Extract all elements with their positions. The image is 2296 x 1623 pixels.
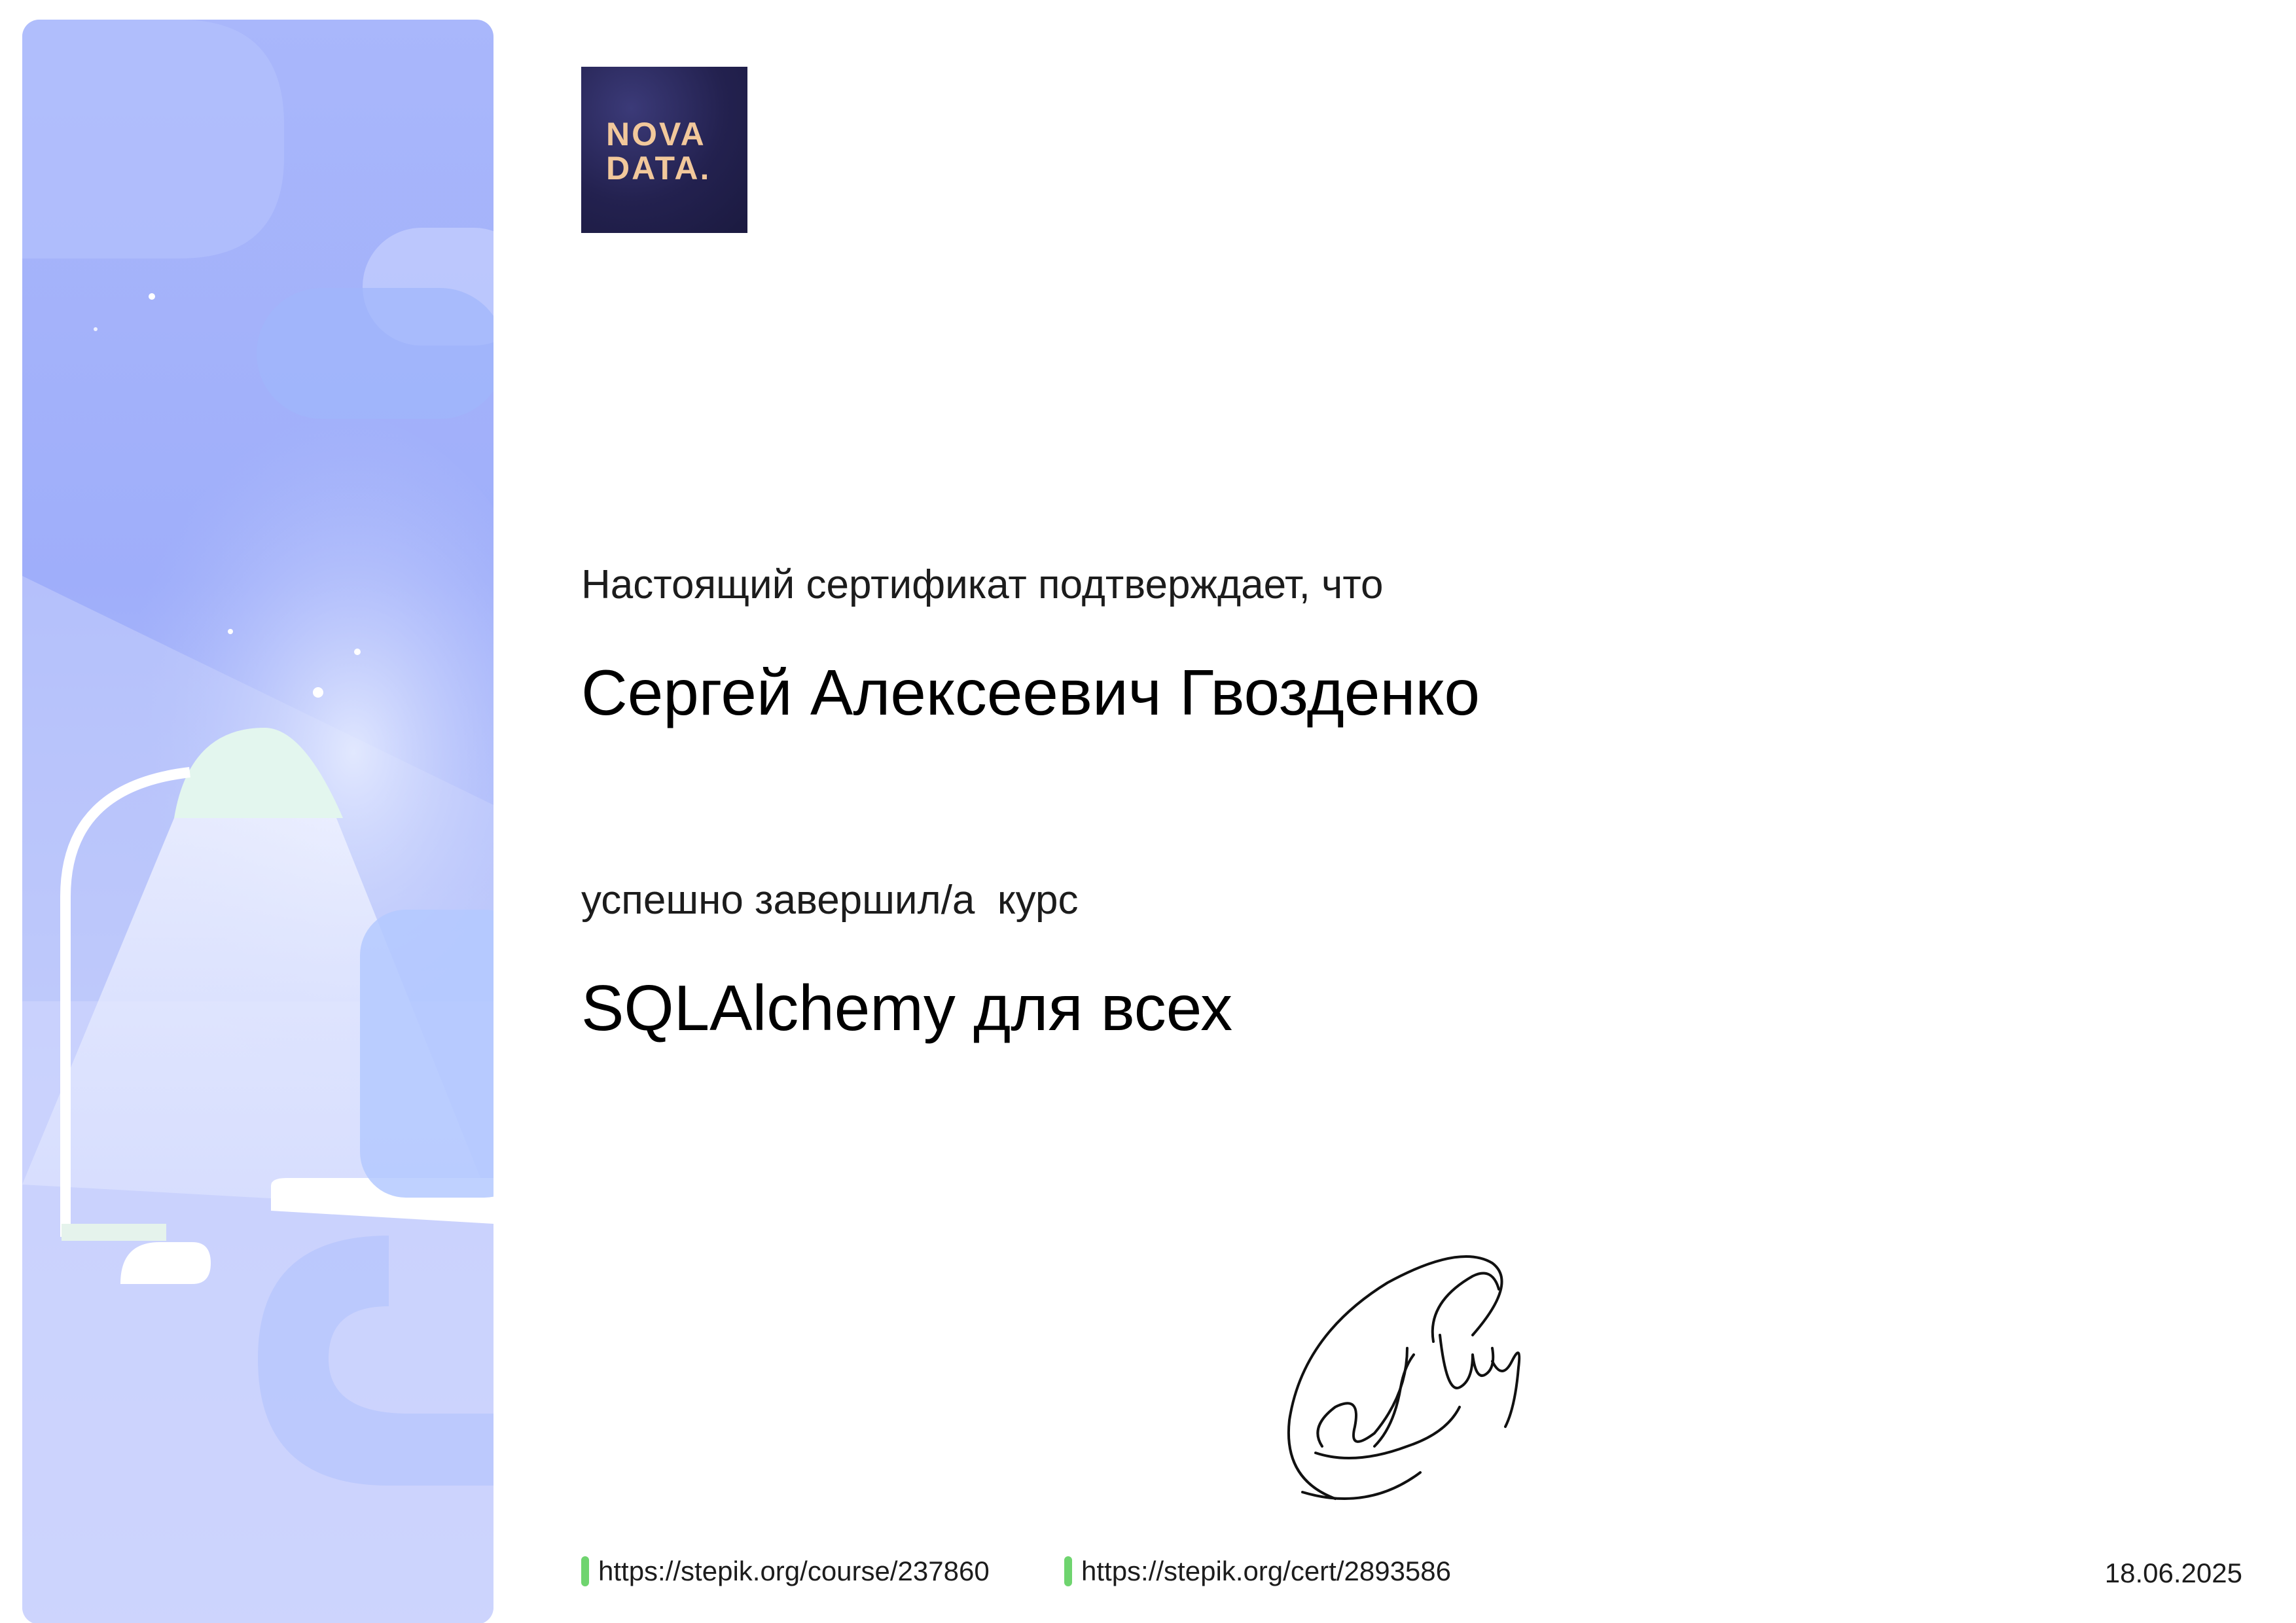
signature-image — [1287, 1255, 1521, 1500]
certificate-link-text[interactable]: https://stepik.org/cert/2893586 — [1081, 1556, 1451, 1587]
logo-text-line-1: NOVA — [606, 116, 706, 152]
green-bar-icon — [581, 1556, 589, 1586]
logo-text-line-2: DATA. — [606, 150, 711, 187]
completion-label: успешно завершил/а курс — [581, 878, 1079, 923]
nova-data-logo: NOVA DATA. — [581, 67, 747, 233]
green-bar-icon — [1064, 1556, 1072, 1586]
course-link[interactable]: https://stepik.org/course/237860 — [581, 1554, 990, 1589]
recipient-name: Сергей Алексеевич Гвозденко — [581, 656, 1480, 728]
issue-date: 18.06.2025 — [2104, 1558, 2242, 1588]
certificate-link[interactable]: https://stepik.org/cert/2893586 — [1064, 1554, 1451, 1589]
certificate-intro-text: Настоящий сертификат подтверждает, что — [581, 562, 1384, 607]
course-title: SQLAlchemy для всех — [581, 972, 1233, 1044]
decorative-side-illustration — [22, 20, 493, 1623]
course-link-text[interactable]: https://stepik.org/course/237860 — [598, 1556, 990, 1587]
